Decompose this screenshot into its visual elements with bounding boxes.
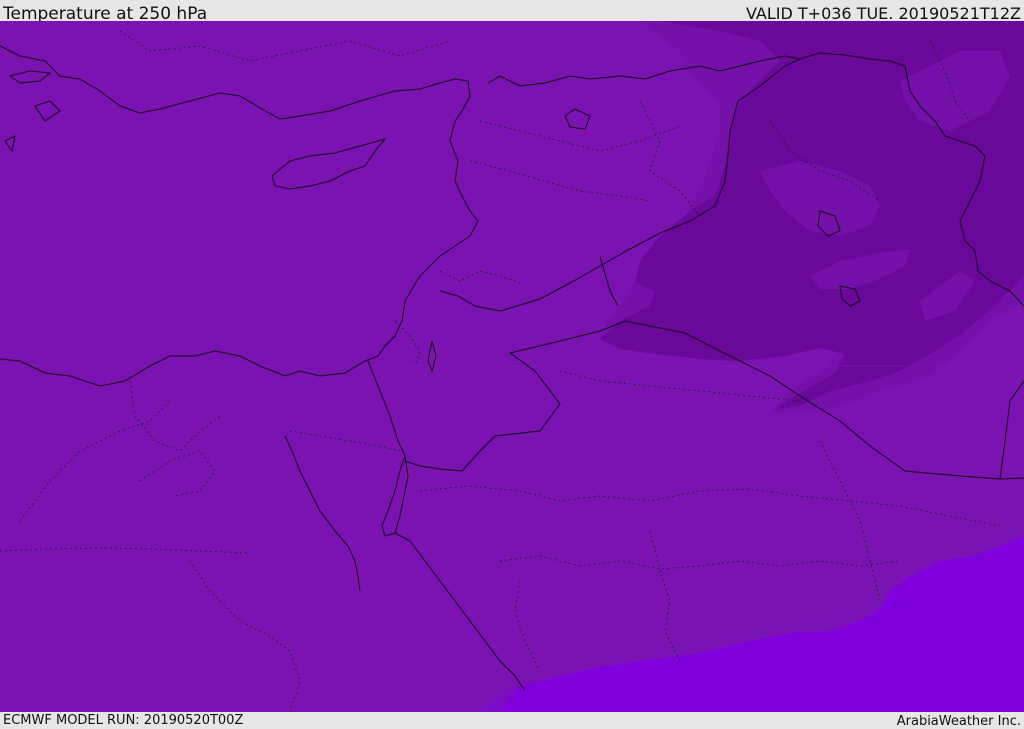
credit-label: ArabiaWeather Inc. — [896, 714, 1021, 729]
temperature-map — [0, 21, 1024, 712]
map-canvas — [0, 21, 1024, 712]
weather-map-page: Temperature at 250 hPa VALID T+036 TUE. … — [0, 0, 1024, 729]
header-bar: Temperature at 250 hPa VALID T+036 TUE. … — [0, 0, 1024, 24]
footer-bar: ECMWF MODEL RUN: 20190520T00Z ArabiaWeat… — [0, 712, 1024, 729]
model-run-label: ECMWF MODEL RUN: 20190520T00Z — [3, 713, 244, 728]
